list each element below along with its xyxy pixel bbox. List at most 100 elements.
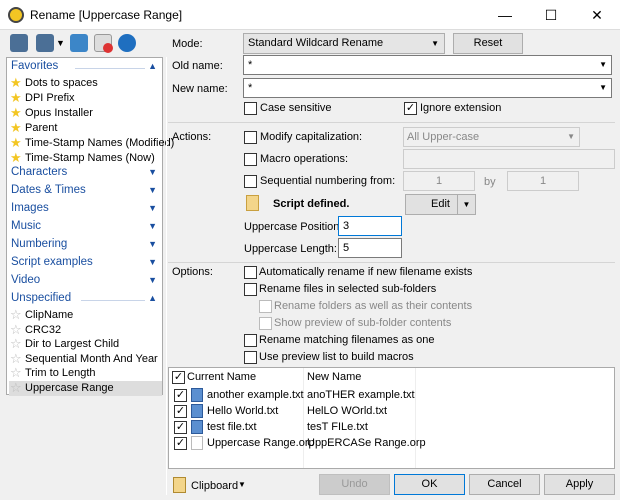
macro-input — [403, 149, 615, 169]
group-label: Music — [11, 220, 42, 232]
preset-item[interactable]: ★ Opus Installer — [9, 106, 162, 121]
option-label: Rename files in selected sub-folders — [259, 283, 437, 295]
title-bar: Rename [Uppercase Range] — ☐ ✕ — [0, 0, 620, 30]
row-checkbox[interactable]: ✓ — [174, 421, 187, 434]
option-checkbox[interactable] — [244, 351, 257, 364]
group-header[interactable]: Music ▼ — [11, 220, 159, 236]
undo-button[interactable]: Undo — [319, 474, 390, 495]
preview-list[interactable]: ✓ Current Name New Name ✓ another example… — [168, 367, 615, 469]
preset-item[interactable]: ☆ ClipName — [9, 308, 162, 323]
ignore-extension-checkbox[interactable]: ✓ — [404, 102, 417, 115]
new-name-label: New name: — [172, 83, 228, 95]
old-name-input[interactable]: * ▼ — [243, 55, 612, 75]
chevron-down-icon: ▼ — [148, 221, 157, 231]
apply-button[interactable]: Apply — [544, 474, 615, 495]
row-checkbox[interactable]: ✓ — [174, 437, 187, 450]
group-header[interactable]: Numbering ▼ — [11, 238, 159, 254]
star-outline-icon: ☆ — [10, 336, 22, 351]
option-checkbox[interactable] — [259, 317, 272, 330]
preset-item[interactable]: ★ Time-Stamp Names (Now) — [9, 151, 162, 166]
preset-item[interactable]: ☆ Dir to Largest Child — [9, 337, 162, 352]
row-checkbox[interactable]: ✓ — [174, 405, 187, 418]
group-label: Images — [11, 202, 49, 214]
current-name: Uppercase Range.orp — [207, 437, 315, 449]
mode-select[interactable]: Standard Wildcard Rename ▼ — [243, 33, 445, 54]
select-all-checkbox[interactable]: ✓ — [172, 371, 185, 384]
option-row[interactable]: Rename folders as well as their contents — [259, 300, 619, 314]
option-row[interactable]: Automatically rename if new filename exi… — [244, 266, 604, 280]
group-header[interactable]: Script examples ▼ — [11, 256, 159, 272]
clipboard-button[interactable]: Clipboard — [191, 480, 238, 492]
text-file-icon — [191, 388, 203, 402]
chevron-down-icon[interactable]: ▼ — [238, 480, 246, 489]
text-file-icon — [191, 420, 203, 434]
preset-item[interactable]: ★ Time-Stamp Names (Modified) — [9, 136, 174, 151]
group-header[interactable]: Characters ▼ — [11, 166, 159, 182]
option-row[interactable]: Use preview list to build macros — [244, 351, 604, 365]
option-row[interactable]: Rename files in selected sub-folders — [244, 283, 604, 297]
uppercase-position-input[interactable]: 3 — [338, 216, 402, 236]
group-header[interactable]: Images ▼ — [11, 202, 159, 218]
column-current-name[interactable]: Current Name — [187, 371, 256, 383]
old-name-label: Old name: — [172, 60, 223, 72]
preset-label: ClipName — [25, 309, 74, 321]
preset-item[interactable]: ☆ Uppercase Range — [9, 380, 162, 396]
preset-label: Time-Stamp Names (Modified) — [25, 137, 175, 149]
ok-button[interactable]: OK — [394, 474, 465, 495]
new-name-value: * — [248, 82, 253, 94]
preset-item[interactable]: ★ Dots to spaces — [9, 76, 162, 91]
uppercase-length-input[interactable]: 5 — [338, 238, 402, 258]
save-preset-icon[interactable] — [36, 34, 54, 52]
capitalization-select: All Upper-case ▼ — [403, 127, 580, 147]
delete-icon[interactable] — [94, 34, 113, 53]
row-checkbox[interactable]: ✓ — [174, 389, 187, 402]
minimize-button[interactable]: — — [482, 0, 528, 30]
refresh-icon[interactable] — [118, 34, 136, 52]
table-row[interactable]: ✓ another example.txt anoTHER example.txt — [172, 387, 612, 403]
preset-item[interactable]: ★ Parent — [9, 121, 162, 136]
option-checkbox[interactable] — [244, 334, 257, 347]
option-checkbox[interactable] — [244, 283, 257, 296]
preset-item[interactable]: ★ DPI Prefix — [9, 91, 162, 106]
maximize-button[interactable]: ☐ — [528, 0, 574, 30]
macro-operations-label: Macro operations: — [260, 153, 349, 165]
chevron-down-icon: ▼ — [148, 239, 157, 249]
edit-dropdown-chevron-icon[interactable]: ▼ — [457, 194, 476, 215]
reset-button[interactable]: Reset — [453, 33, 523, 54]
chevron-down-icon[interactable]: ▼ — [599, 79, 607, 97]
sequential-numbering-checkbox[interactable] — [244, 175, 257, 188]
option-checkbox[interactable] — [244, 266, 257, 279]
preset-item[interactable]: ☆ Sequential Month And Year — [9, 351, 162, 367]
preset-label: Time-Stamp Names (Now) — [25, 152, 155, 164]
modify-capitalization-label: Modify capitalization: — [260, 131, 363, 143]
star-icon: ★ — [10, 105, 22, 120]
preset-item[interactable]: ☆ Trim to Length — [9, 366, 162, 381]
group-unspecified[interactable]: Unspecified ▲ — [11, 292, 159, 308]
group-header[interactable]: Dates & Times ▼ — [11, 184, 159, 200]
group-header[interactable]: Video ▼ — [11, 274, 159, 290]
chevron-down-icon: ▼ — [431, 39, 439, 48]
load-preset-icon[interactable] — [10, 34, 28, 52]
divider — [166, 57, 167, 495]
chevron-down-icon[interactable]: ▼ — [599, 56, 607, 74]
chevron-up-icon: ▲ — [148, 61, 157, 71]
group-favorites[interactable]: Favorites ▲ — [11, 60, 159, 76]
close-button[interactable]: ✕ — [574, 0, 620, 30]
group-label: Numbering — [11, 238, 68, 250]
table-row[interactable]: ✓ Hello World.txt HelLO WOrld.txt — [172, 403, 612, 419]
table-row[interactable]: ✓ Uppercase Range.orp UppERCASe Range.orp — [172, 435, 612, 451]
column-new-name[interactable]: New Name — [307, 371, 361, 383]
save-dropdown-chevron-icon[interactable]: ▼ — [56, 38, 65, 48]
new-name-input[interactable]: * ▼ — [243, 78, 612, 98]
macro-operations-checkbox[interactable] — [244, 153, 257, 166]
script-icon — [246, 195, 259, 211]
cancel-button[interactable]: Cancel — [469, 474, 540, 495]
table-row[interactable]: ✓ test file.txt tesT FILe.txt — [172, 419, 612, 435]
preset-item[interactable]: ☆ CRC32 — [9, 322, 162, 338]
option-row[interactable]: Show preview of sub-folder contents — [259, 317, 619, 331]
option-row[interactable]: Rename matching filenames as one — [244, 334, 604, 348]
case-sensitive-checkbox[interactable] — [244, 102, 257, 115]
print-icon[interactable] — [70, 34, 88, 52]
option-checkbox[interactable] — [259, 300, 272, 313]
modify-capitalization-checkbox[interactable] — [244, 131, 257, 144]
